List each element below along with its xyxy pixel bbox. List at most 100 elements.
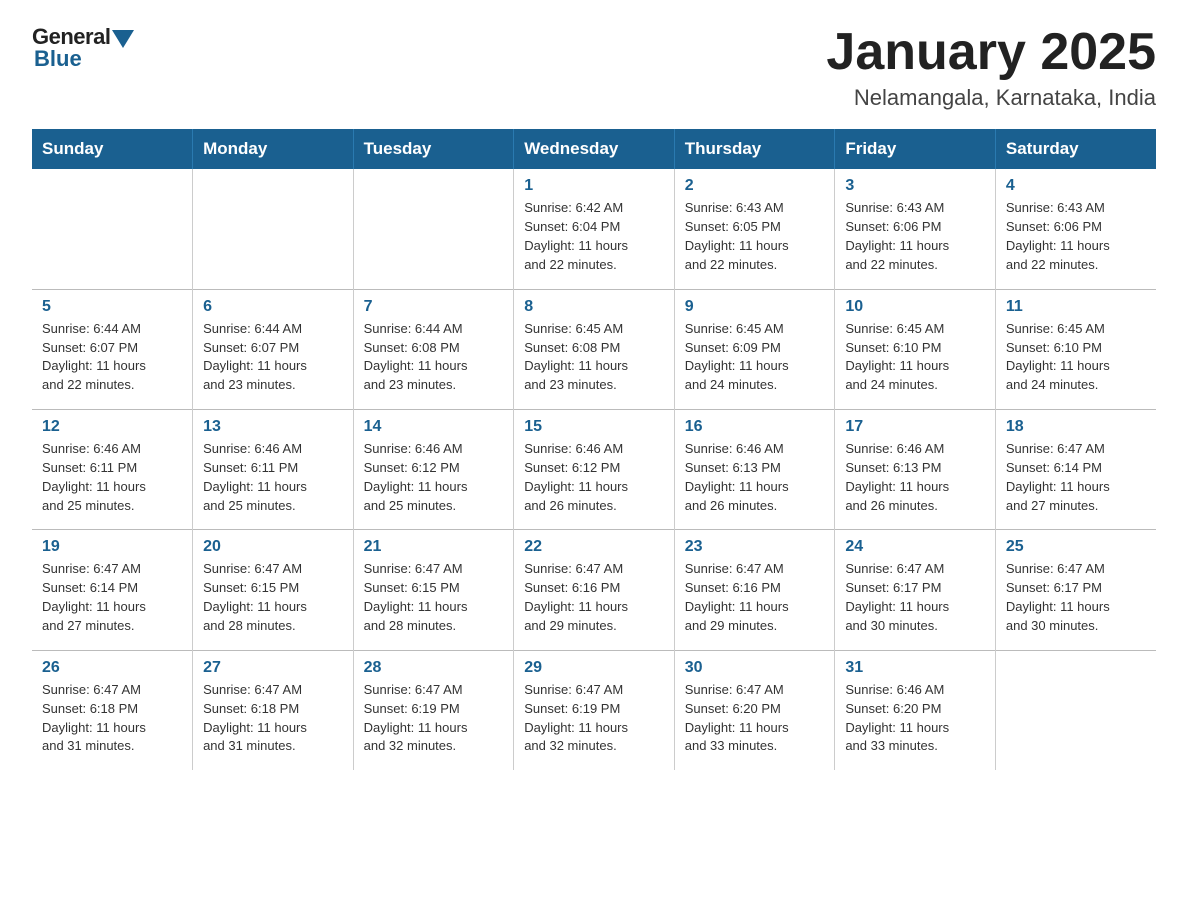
calendar-row-0: 1Sunrise: 6:42 AMSunset: 6:04 PMDaylight… (32, 169, 1156, 289)
calendar-row-3: 19Sunrise: 6:47 AMSunset: 6:14 PMDayligh… (32, 530, 1156, 650)
day-number: 28 (364, 659, 504, 677)
page-header: General Blue January 2025 Nelamangala, K… (32, 24, 1156, 111)
day-info: Sunrise: 6:43 AMSunset: 6:05 PMDaylight:… (685, 199, 825, 274)
day-info: Sunrise: 6:47 AMSunset: 6:18 PMDaylight:… (203, 681, 343, 756)
day-info: Sunrise: 6:44 AMSunset: 6:08 PMDaylight:… (364, 320, 504, 395)
day-info: Sunrise: 6:44 AMSunset: 6:07 PMDaylight:… (203, 320, 343, 395)
calendar-cell: 27Sunrise: 6:47 AMSunset: 6:18 PMDayligh… (193, 650, 354, 770)
day-info: Sunrise: 6:47 AMSunset: 6:20 PMDaylight:… (685, 681, 825, 756)
day-number: 22 (524, 538, 664, 556)
day-info: Sunrise: 6:46 AMSunset: 6:11 PMDaylight:… (42, 440, 182, 515)
calendar-cell (995, 650, 1156, 770)
day-info: Sunrise: 6:46 AMSunset: 6:12 PMDaylight:… (524, 440, 664, 515)
day-number: 1 (524, 177, 664, 195)
calendar-cell: 6 Sunrise: 6:44 AMSunset: 6:07 PMDaylight… (193, 289, 354, 409)
day-info: Sunrise: 6:47 AMSunset: 6:14 PMDaylight:… (42, 560, 182, 635)
day-number: 15 (524, 418, 664, 436)
day-number: 3 (845, 177, 985, 195)
calendar-cell: 14 Sunrise: 6:46 AMSunset: 6:12 PMDayligh… (353, 410, 514, 530)
day-info: Sunrise: 6:44 AMSunset: 6:07 PMDaylight:… (42, 320, 182, 395)
day-info: Sunrise: 6:45 AMSunset: 6:10 PMDaylight:… (845, 320, 985, 395)
calendar-cell: 24Sunrise: 6:47 AMSunset: 6:17 PMDayligh… (835, 530, 996, 650)
day-info: Sunrise: 6:46 AMSunset: 6:12 PMDaylight:… (364, 440, 504, 515)
calendar-cell: 15 Sunrise: 6:46 AMSunset: 6:12 PMDayligh… (514, 410, 675, 530)
day-number: 12 (42, 418, 182, 436)
header-cell-sunday: Sunday (32, 129, 193, 169)
subtitle: Nelamangala, Karnataka, India (826, 85, 1156, 111)
calendar-cell: 12 Sunrise: 6:46 AMSunset: 6:11 PMDayligh… (32, 410, 193, 530)
calendar-cell: 2 Sunrise: 6:43 AMSunset: 6:05 PMDaylight… (674, 169, 835, 289)
day-number: 5 (42, 298, 182, 316)
calendar-cell: 11Sunrise: 6:45 AMSunset: 6:10 PMDayligh… (995, 289, 1156, 409)
day-info: Sunrise: 6:47 AMSunset: 6:16 PMDaylight:… (685, 560, 825, 635)
day-info: Sunrise: 6:47 AMSunset: 6:15 PMDaylight:… (203, 560, 343, 635)
day-number: 17 (845, 418, 985, 436)
day-number: 18 (1006, 418, 1146, 436)
calendar-cell: 10 Sunrise: 6:45 AMSunset: 6:10 PMDayligh… (835, 289, 996, 409)
calendar-cell: 23 Sunrise: 6:47 AMSunset: 6:16 PMDayligh… (674, 530, 835, 650)
calendar-cell: 25 Sunrise: 6:47 AMSunset: 6:17 PMDayligh… (995, 530, 1156, 650)
header-cell-thursday: Thursday (674, 129, 835, 169)
day-number: 20 (203, 538, 343, 556)
calendar-table: SundayMondayTuesdayWednesdayThursdayFrid… (32, 129, 1156, 770)
day-number: 31 (845, 659, 985, 677)
main-title: January 2025 (826, 24, 1156, 81)
day-info: Sunrise: 6:46 AMSunset: 6:13 PMDaylight:… (845, 440, 985, 515)
day-info: Sunrise: 6:45 AMSunset: 6:10 PMDaylight:… (1006, 320, 1146, 395)
day-info: Sunrise: 6:45 AMSunset: 6:08 PMDaylight:… (524, 320, 664, 395)
day-number: 23 (685, 538, 825, 556)
day-number: 30 (685, 659, 825, 677)
logo-text-blue: Blue (34, 46, 82, 72)
day-info: Sunrise: 6:47 AMSunset: 6:16 PMDaylight:… (524, 560, 664, 635)
day-number: 8 (524, 298, 664, 316)
logo-arrow-icon (112, 30, 134, 48)
calendar-cell: 16Sunrise: 6:46 AMSunset: 6:13 PMDayligh… (674, 410, 835, 530)
day-number: 7 (364, 298, 504, 316)
calendar-body: 1Sunrise: 6:42 AMSunset: 6:04 PMDaylight… (32, 169, 1156, 770)
header-row: SundayMondayTuesdayWednesdayThursdayFrid… (32, 129, 1156, 169)
calendar-cell (193, 169, 354, 289)
header-cell-friday: Friday (835, 129, 996, 169)
calendar-cell: 26 Sunrise: 6:47 AMSunset: 6:18 PMDayligh… (32, 650, 193, 770)
title-block: January 2025 Nelamangala, Karnataka, Ind… (826, 24, 1156, 111)
calendar-header: SundayMondayTuesdayWednesdayThursdayFrid… (32, 129, 1156, 169)
calendar-cell: 1Sunrise: 6:42 AMSunset: 6:04 PMDaylight… (514, 169, 675, 289)
calendar-cell: 3 Sunrise: 6:43 AMSunset: 6:06 PMDaylight… (835, 169, 996, 289)
calendar-cell: 19Sunrise: 6:47 AMSunset: 6:14 PMDayligh… (32, 530, 193, 650)
calendar-row-1: 5 Sunrise: 6:44 AMSunset: 6:07 PMDaylight… (32, 289, 1156, 409)
calendar-cell: 31 Sunrise: 6:46 AMSunset: 6:20 PMDayligh… (835, 650, 996, 770)
day-number: 25 (1006, 538, 1146, 556)
day-info: Sunrise: 6:47 AMSunset: 6:14 PMDaylight:… (1006, 440, 1146, 515)
calendar-row-2: 12 Sunrise: 6:46 AMSunset: 6:11 PMDayligh… (32, 410, 1156, 530)
logo: General Blue (32, 24, 135, 72)
calendar-cell: 5 Sunrise: 6:44 AMSunset: 6:07 PMDaylight… (32, 289, 193, 409)
day-info: Sunrise: 6:47 AMSunset: 6:18 PMDaylight:… (42, 681, 182, 756)
calendar-cell: 22 Sunrise: 6:47 AMSunset: 6:16 PMDayligh… (514, 530, 675, 650)
day-number: 6 (203, 298, 343, 316)
day-number: 13 (203, 418, 343, 436)
calendar-cell: 4Sunrise: 6:43 AMSunset: 6:06 PMDaylight… (995, 169, 1156, 289)
day-number: 4 (1006, 177, 1146, 195)
day-info: Sunrise: 6:47 AMSunset: 6:19 PMDaylight:… (364, 681, 504, 756)
calendar-cell: 9Sunrise: 6:45 AMSunset: 6:09 PMDaylight… (674, 289, 835, 409)
header-cell-tuesday: Tuesday (353, 129, 514, 169)
header-cell-saturday: Saturday (995, 129, 1156, 169)
day-number: 10 (845, 298, 985, 316)
day-number: 16 (685, 418, 825, 436)
day-info: Sunrise: 6:46 AMSunset: 6:20 PMDaylight:… (845, 681, 985, 756)
day-number: 9 (685, 298, 825, 316)
calendar-row-4: 26 Sunrise: 6:47 AMSunset: 6:18 PMDayligh… (32, 650, 1156, 770)
day-info: Sunrise: 6:47 AMSunset: 6:17 PMDaylight:… (1006, 560, 1146, 635)
day-number: 21 (364, 538, 504, 556)
day-number: 14 (364, 418, 504, 436)
day-info: Sunrise: 6:43 AMSunset: 6:06 PMDaylight:… (845, 199, 985, 274)
calendar-cell: 21Sunrise: 6:47 AMSunset: 6:15 PMDayligh… (353, 530, 514, 650)
calendar-cell: 18 Sunrise: 6:47 AMSunset: 6:14 PMDayligh… (995, 410, 1156, 530)
calendar-cell: 20 Sunrise: 6:47 AMSunset: 6:15 PMDayligh… (193, 530, 354, 650)
calendar-cell: 29Sunrise: 6:47 AMSunset: 6:19 PMDayligh… (514, 650, 675, 770)
calendar-cell: 7 Sunrise: 6:44 AMSunset: 6:08 PMDaylight… (353, 289, 514, 409)
day-number: 26 (42, 659, 182, 677)
calendar-cell (353, 169, 514, 289)
day-number: 2 (685, 177, 825, 195)
header-cell-monday: Monday (193, 129, 354, 169)
